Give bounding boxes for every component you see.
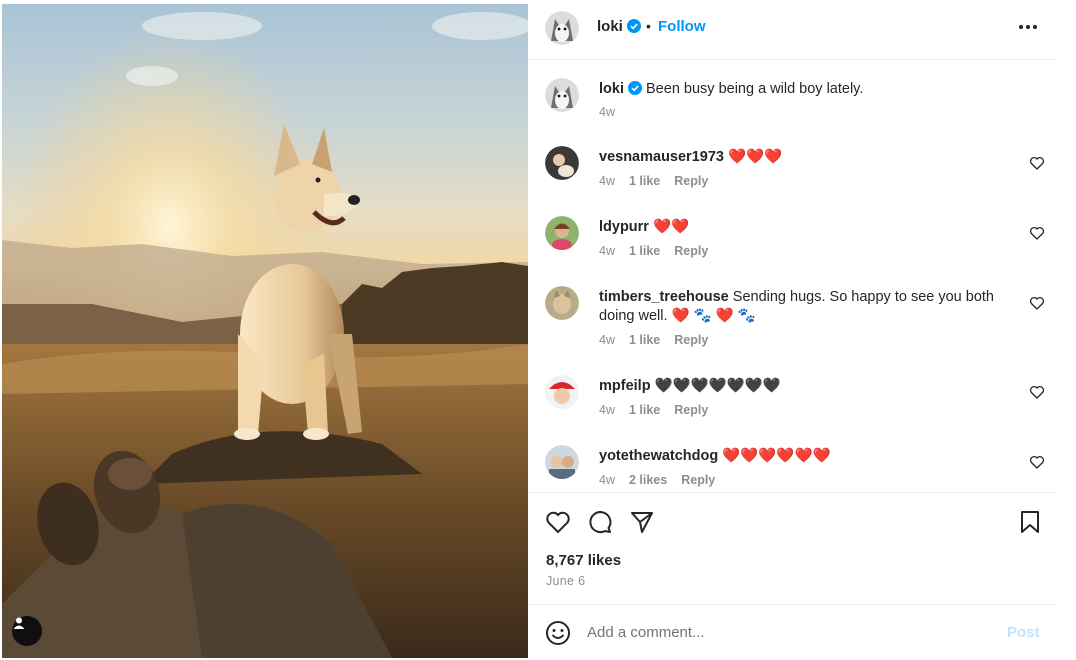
- commenter-avatar[interactable]: [545, 375, 579, 409]
- caption-body: Been busy being a wild boy lately.: [646, 81, 864, 97]
- comments-list[interactable]: loki Been busy being a wild boy lately. …: [528, 60, 1056, 492]
- more-options-icon[interactable]: [1015, 17, 1041, 37]
- post-actions: 8,767 likes June 6: [528, 492, 1056, 604]
- post-side-panel: loki • Follow loki Been busy being a wil…: [528, 0, 1056, 660]
- comment-meta: 4w 1 like Reply: [599, 403, 722, 417]
- comment-text: vesnamauser1973 ❤️❤️❤️: [599, 148, 999, 167]
- heart-icon[interactable]: [1029, 384, 1045, 400]
- comment-text: timbers_treehouse Sending hugs. So happy…: [599, 288, 999, 326]
- post-dialog: loki • Follow loki Been busy being a wil…: [0, 0, 1076, 660]
- author-username[interactable]: loki: [597, 18, 641, 35]
- caption-meta: 4w: [599, 105, 629, 119]
- caption-username[interactable]: loki: [599, 81, 624, 97]
- heart-icon[interactable]: [1029, 454, 1045, 470]
- comment-time[interactable]: 4w: [599, 333, 615, 347]
- post-date: June 6: [546, 574, 586, 588]
- comment-likes[interactable]: 1 like: [629, 174, 660, 188]
- comment-time[interactable]: 4w: [599, 403, 615, 417]
- heart-icon[interactable]: [1029, 295, 1045, 311]
- comment-meta: 4w 1 like Reply: [599, 174, 722, 188]
- heart-icon[interactable]: [1029, 155, 1045, 171]
- comment-time[interactable]: 4w: [599, 244, 615, 258]
- comment-icon[interactable]: [587, 509, 613, 535]
- reply-button[interactable]: Reply: [674, 244, 708, 258]
- comment-meta: 4w 1 like Reply: [599, 333, 722, 347]
- comment-body: 🖤🖤🖤🖤🖤🖤🖤: [654, 378, 781, 394]
- post-header: loki • Follow: [528, 0, 1056, 60]
- add-comment-bar: Post: [528, 604, 1056, 660]
- author-avatar[interactable]: [545, 11, 579, 45]
- comment-meta: 4w 1 like Reply: [599, 244, 722, 258]
- comment-likes[interactable]: 1 like: [629, 244, 660, 258]
- post-comment-button[interactable]: Post: [1007, 624, 1040, 641]
- verified-badge-icon: [626, 19, 641, 33]
- author-username-text[interactable]: loki: [597, 18, 623, 35]
- comment-text: yotethewatchdog ❤️❤️❤️❤️❤️❤️: [599, 447, 999, 466]
- share-icon[interactable]: [629, 509, 655, 535]
- user-tag-button[interactable]: [12, 616, 42, 646]
- comment-likes[interactable]: 1 like: [629, 333, 660, 347]
- likes-count[interactable]: 8,767 likes: [546, 552, 621, 569]
- commenter-avatar[interactable]: [545, 216, 579, 250]
- reply-button[interactable]: Reply: [674, 403, 708, 417]
- photo-illustration: [2, 4, 528, 658]
- comment-meta: 4w 2 likes Reply: [599, 473, 729, 487]
- follow-button[interactable]: Follow: [658, 18, 706, 35]
- commenter-avatar[interactable]: [545, 286, 579, 320]
- reply-button[interactable]: Reply: [681, 473, 715, 487]
- commenter-avatar[interactable]: [545, 146, 579, 180]
- post-photo[interactable]: [2, 4, 528, 658]
- caption-time[interactable]: 4w: [599, 105, 615, 119]
- caption-text: loki Been busy being a wild boy lately.: [599, 80, 999, 99]
- bookmark-icon[interactable]: [1017, 509, 1043, 535]
- heart-icon[interactable]: [1029, 225, 1045, 241]
- verified-badge-icon: [627, 81, 642, 95]
- comment-body: ❤️❤️❤️❤️❤️❤️: [722, 448, 831, 464]
- comment-username[interactable]: mpfeilp: [599, 378, 651, 394]
- commenter-avatar[interactable]: [545, 445, 579, 479]
- comment-input[interactable]: [587, 618, 987, 646]
- user-tag-icon: [13, 617, 25, 629]
- comment-username[interactable]: timbers_treehouse: [599, 289, 729, 305]
- heart-icon[interactable]: [545, 509, 571, 535]
- emoji-icon[interactable]: [545, 620, 571, 646]
- comment-body: ❤️❤️❤️: [728, 149, 783, 165]
- reply-button[interactable]: Reply: [674, 333, 708, 347]
- comment-username[interactable]: yotethewatchdog: [599, 448, 718, 464]
- comment-likes[interactable]: 2 likes: [629, 473, 667, 487]
- comment-time[interactable]: 4w: [599, 174, 615, 188]
- comment-text: mpfeilp 🖤🖤🖤🖤🖤🖤🖤: [599, 377, 999, 396]
- comment-username[interactable]: vesnamauser1973: [599, 149, 724, 165]
- comment-time[interactable]: 4w: [599, 473, 615, 487]
- comment-username[interactable]: ldypurr: [599, 219, 649, 235]
- comment-text: ldypurr ❤️❤️: [599, 218, 999, 237]
- comment-body: ❤️❤️: [652, 219, 690, 235]
- comment-likes[interactable]: 1 like: [629, 403, 660, 417]
- caption-avatar[interactable]: [545, 78, 579, 112]
- header-separator: •: [646, 18, 651, 34]
- reply-button[interactable]: Reply: [674, 174, 708, 188]
